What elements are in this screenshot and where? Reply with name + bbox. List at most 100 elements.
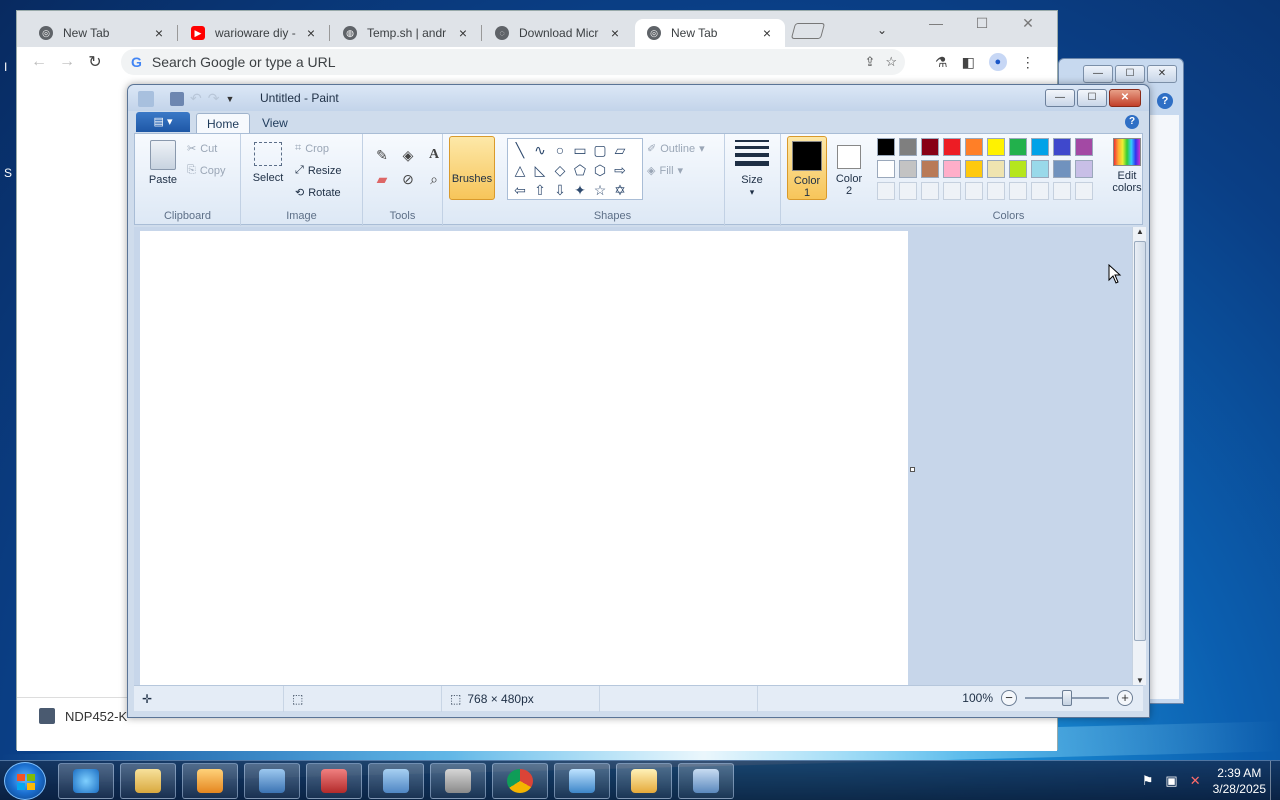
tab-close-icon[interactable]: × (303, 25, 319, 41)
zoom-slider[interactable] (1025, 690, 1109, 706)
bookmark-star-icon[interactable]: ☆ (885, 54, 897, 70)
line-size-icon[interactable] (735, 140, 769, 170)
taskbar-system[interactable] (678, 763, 734, 799)
paint-file-menu-button[interactable]: ▤ ▾ (136, 112, 190, 132)
palette-swatch[interactable] (877, 160, 895, 178)
paint-titlebar[interactable]: ↶ ↷ ▼ Untitled - Paint — ☐ ✕ (128, 85, 1149, 111)
resize-button[interactable]: ⤢ Resize (295, 164, 341, 177)
customize-qat-chevron-icon[interactable]: ▼ (225, 94, 234, 104)
taskbar-paint[interactable] (616, 763, 672, 799)
zoom-in-icon[interactable]: + (1117, 690, 1133, 706)
outline-button[interactable]: ✐ Outline ▾ (647, 142, 705, 156)
share-icon[interactable]: ⇪ (864, 54, 875, 70)
paint-app-icon[interactable] (138, 90, 154, 107)
pentagon-shape-icon[interactable]: ⬠ (570, 160, 590, 180)
copy-button[interactable]: ⎘ Copy (187, 164, 226, 177)
taskbar-toolbox[interactable] (306, 763, 362, 799)
tab-new-tab-active[interactable]: ◎ New Tab × (635, 19, 785, 47)
tab-view[interactable]: View (252, 113, 298, 133)
canvas-resize-handle[interactable] (910, 467, 915, 472)
volume-muted-icon[interactable]: ✕ (1190, 773, 1201, 789)
tab-temp-sh[interactable]: ◍ Temp.sh | andr × (331, 19, 482, 47)
palette-swatch[interactable] (1053, 160, 1071, 178)
palette-swatch[interactable] (965, 160, 983, 178)
cut-button[interactable]: ✂ Cut (187, 142, 217, 156)
tab-home[interactable]: Home (196, 113, 251, 133)
shapes-gallery[interactable]: ╲ ∿ ○ ▭ ▢ ▱ △ ◺ ◇ ⬠ ⬡ ⇨ ⇦ ⇧ ⇩ ✦ ☆ ✡ (507, 138, 643, 200)
diamond-shape-icon[interactable]: ◇ (550, 160, 570, 180)
scrollbar-thumb[interactable] (1134, 241, 1146, 641)
paste-button[interactable]: Paste (143, 140, 183, 186)
taskbar-remote[interactable] (244, 763, 300, 799)
paint-minimize-button[interactable]: — (1045, 89, 1075, 107)
color2-button[interactable]: Color 2 (829, 136, 869, 200)
reload-icon[interactable]: ↻ (81, 52, 109, 72)
chrome-menu-icon[interactable]: ⋮ (1021, 54, 1035, 71)
palette-custom-slot[interactable] (1009, 182, 1027, 200)
line-shape-icon[interactable]: ╲ (510, 140, 530, 160)
tab-warioware[interactable]: ▶ warioware diy - × (179, 19, 330, 47)
four-point-star-icon[interactable]: ✦ (570, 180, 590, 200)
crop-button[interactable]: ⌗ Crop (295, 142, 329, 155)
palette-swatch[interactable] (1031, 160, 1049, 178)
omnibox[interactable]: G Search Google or type a URL ⇪ ☆ (121, 49, 905, 75)
palette-custom-slot[interactable] (943, 182, 961, 200)
left-arrow-shape-icon[interactable]: ⇦ (510, 180, 530, 200)
palette-custom-slot[interactable] (877, 182, 895, 200)
tab-close-icon[interactable]: × (607, 25, 623, 41)
chrome-maximize-button[interactable]: ☐ (967, 15, 997, 32)
tab-close-icon[interactable]: × (759, 25, 775, 41)
color-picker-icon[interactable]: ⊘ (397, 168, 419, 188)
palette-swatch[interactable] (899, 160, 917, 178)
network-icon[interactable]: ▣ (1165, 773, 1177, 789)
zoom-slider-thumb[interactable] (1062, 690, 1072, 706)
minimize-button[interactable]: — (1083, 65, 1113, 83)
palette-custom-slot[interactable] (1075, 182, 1093, 200)
close-button[interactable]: ✕ (1147, 65, 1177, 83)
chrome-minimize-button[interactable]: — (921, 15, 951, 31)
rounded-rect-shape-icon[interactable]: ▢ (590, 140, 610, 160)
help-icon[interactable]: ? (1157, 93, 1173, 109)
magnifier-icon[interactable]: ⌕ (423, 168, 445, 188)
right-triangle-shape-icon[interactable]: ◺ (530, 160, 550, 180)
palette-swatch[interactable] (1075, 160, 1093, 178)
hexagon-shape-icon[interactable]: ⬡ (590, 160, 610, 180)
select-button[interactable]: Select (247, 140, 289, 184)
taskbar-media[interactable] (182, 763, 238, 799)
new-tab-button[interactable] (790, 23, 826, 39)
text-icon[interactable]: A (423, 144, 445, 164)
paint-close-button[interactable]: ✕ (1109, 89, 1141, 107)
profile-avatar-icon[interactable]: ● (988, 53, 1007, 71)
six-point-star-icon[interactable]: ✡ (610, 180, 630, 200)
palette-custom-slot[interactable] (1053, 182, 1071, 200)
up-arrow-shape-icon[interactable]: ⇧ (530, 180, 550, 200)
palette-swatch[interactable] (987, 160, 1005, 178)
undo-icon[interactable]: ↶ (190, 90, 202, 107)
palette-custom-slot[interactable] (987, 182, 1005, 200)
down-arrow-shape-icon[interactable]: ⇩ (550, 180, 570, 200)
palette-swatch[interactable] (921, 160, 939, 178)
palette-swatch[interactable] (1031, 138, 1049, 156)
rotate-button[interactable]: ⟲ Rotate (295, 186, 341, 200)
curve-shape-icon[interactable]: ∿ (530, 140, 550, 160)
size-button[interactable]: Size ▾ (733, 174, 771, 198)
palette-swatch[interactable] (1075, 138, 1093, 156)
drawing-canvas[interactable] (140, 231, 908, 685)
palette-swatch[interactable] (899, 138, 917, 156)
show-desktop-button[interactable] (1270, 761, 1280, 800)
download-item[interactable]: NDP452-K (39, 708, 127, 724)
palette-swatch[interactable] (1009, 138, 1027, 156)
scroll-up-arrow-icon[interactable]: ▲ (1133, 227, 1147, 236)
fill-button[interactable]: ◈ Fill ▾ (647, 164, 683, 178)
action-center-flag-icon[interactable]: ⚑ (1142, 773, 1154, 789)
taskbar-ie[interactable] (58, 763, 114, 799)
palette-swatch[interactable] (943, 160, 961, 178)
palette-custom-slot[interactable] (965, 182, 983, 200)
maximize-button[interactable]: ☐ (1115, 65, 1145, 83)
tab-close-icon[interactable]: × (455, 25, 471, 41)
clock[interactable]: 2:39 AM 3/28/2025 (1213, 765, 1266, 797)
eraser-icon[interactable]: ▰ (371, 168, 393, 188)
help-icon[interactable]: ? (1125, 115, 1139, 129)
fill-bucket-icon[interactable]: ◈ (397, 144, 419, 164)
paint-maximize-button[interactable]: ☐ (1077, 89, 1107, 107)
